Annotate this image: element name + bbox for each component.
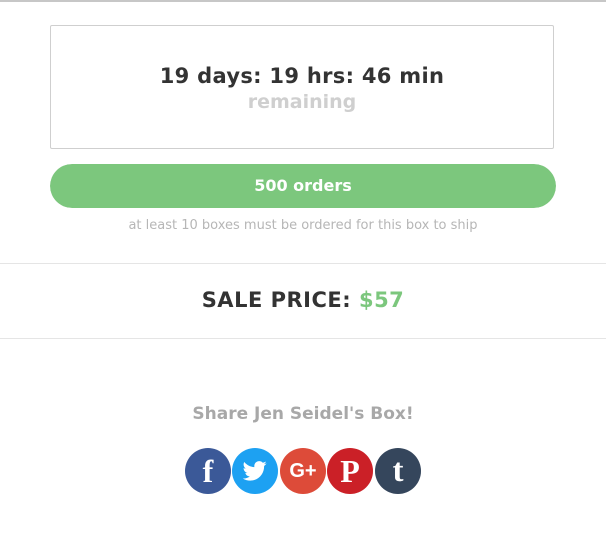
countdown-panel: 19 days: 19 hrs: 46 min remaining [50,25,554,149]
sale-price: SALE PRICE: $57 [0,288,606,312]
sale-price-amount: $57 [358,288,405,312]
facebook-icon: f [202,453,214,489]
google-plus-share-button[interactable]: G+ [280,448,326,494]
facebook-share-button[interactable]: f [185,448,231,494]
google-plus-icon: G+ [289,460,317,482]
tumblr-icon: t [392,453,404,489]
orders-count-label: 500 orders [254,176,352,195]
share-heading: Share Jen Seidel's Box! [192,404,414,424]
countdown-remaining-label: remaining [247,91,357,113]
twitter-icon [243,461,267,481]
top-divider [0,0,606,2]
countdown-time: 19 days: 19 hrs: 46 min [159,64,445,88]
tumblr-share-button[interactable]: t [375,448,421,494]
sale-price-label: SALE PRICE: [201,288,352,312]
twitter-share-button[interactable] [232,448,278,494]
pinterest-share-button[interactable]: P [327,448,373,494]
social-share-buttons: f G+ P t [0,448,606,494]
pinterest-icon: P [340,453,360,489]
section-divider [0,263,606,264]
minimum-order-note: at least 10 boxes must be ordered for th… [128,218,478,233]
section-divider [0,338,606,339]
orders-progress-bar: 500 orders [50,164,556,208]
